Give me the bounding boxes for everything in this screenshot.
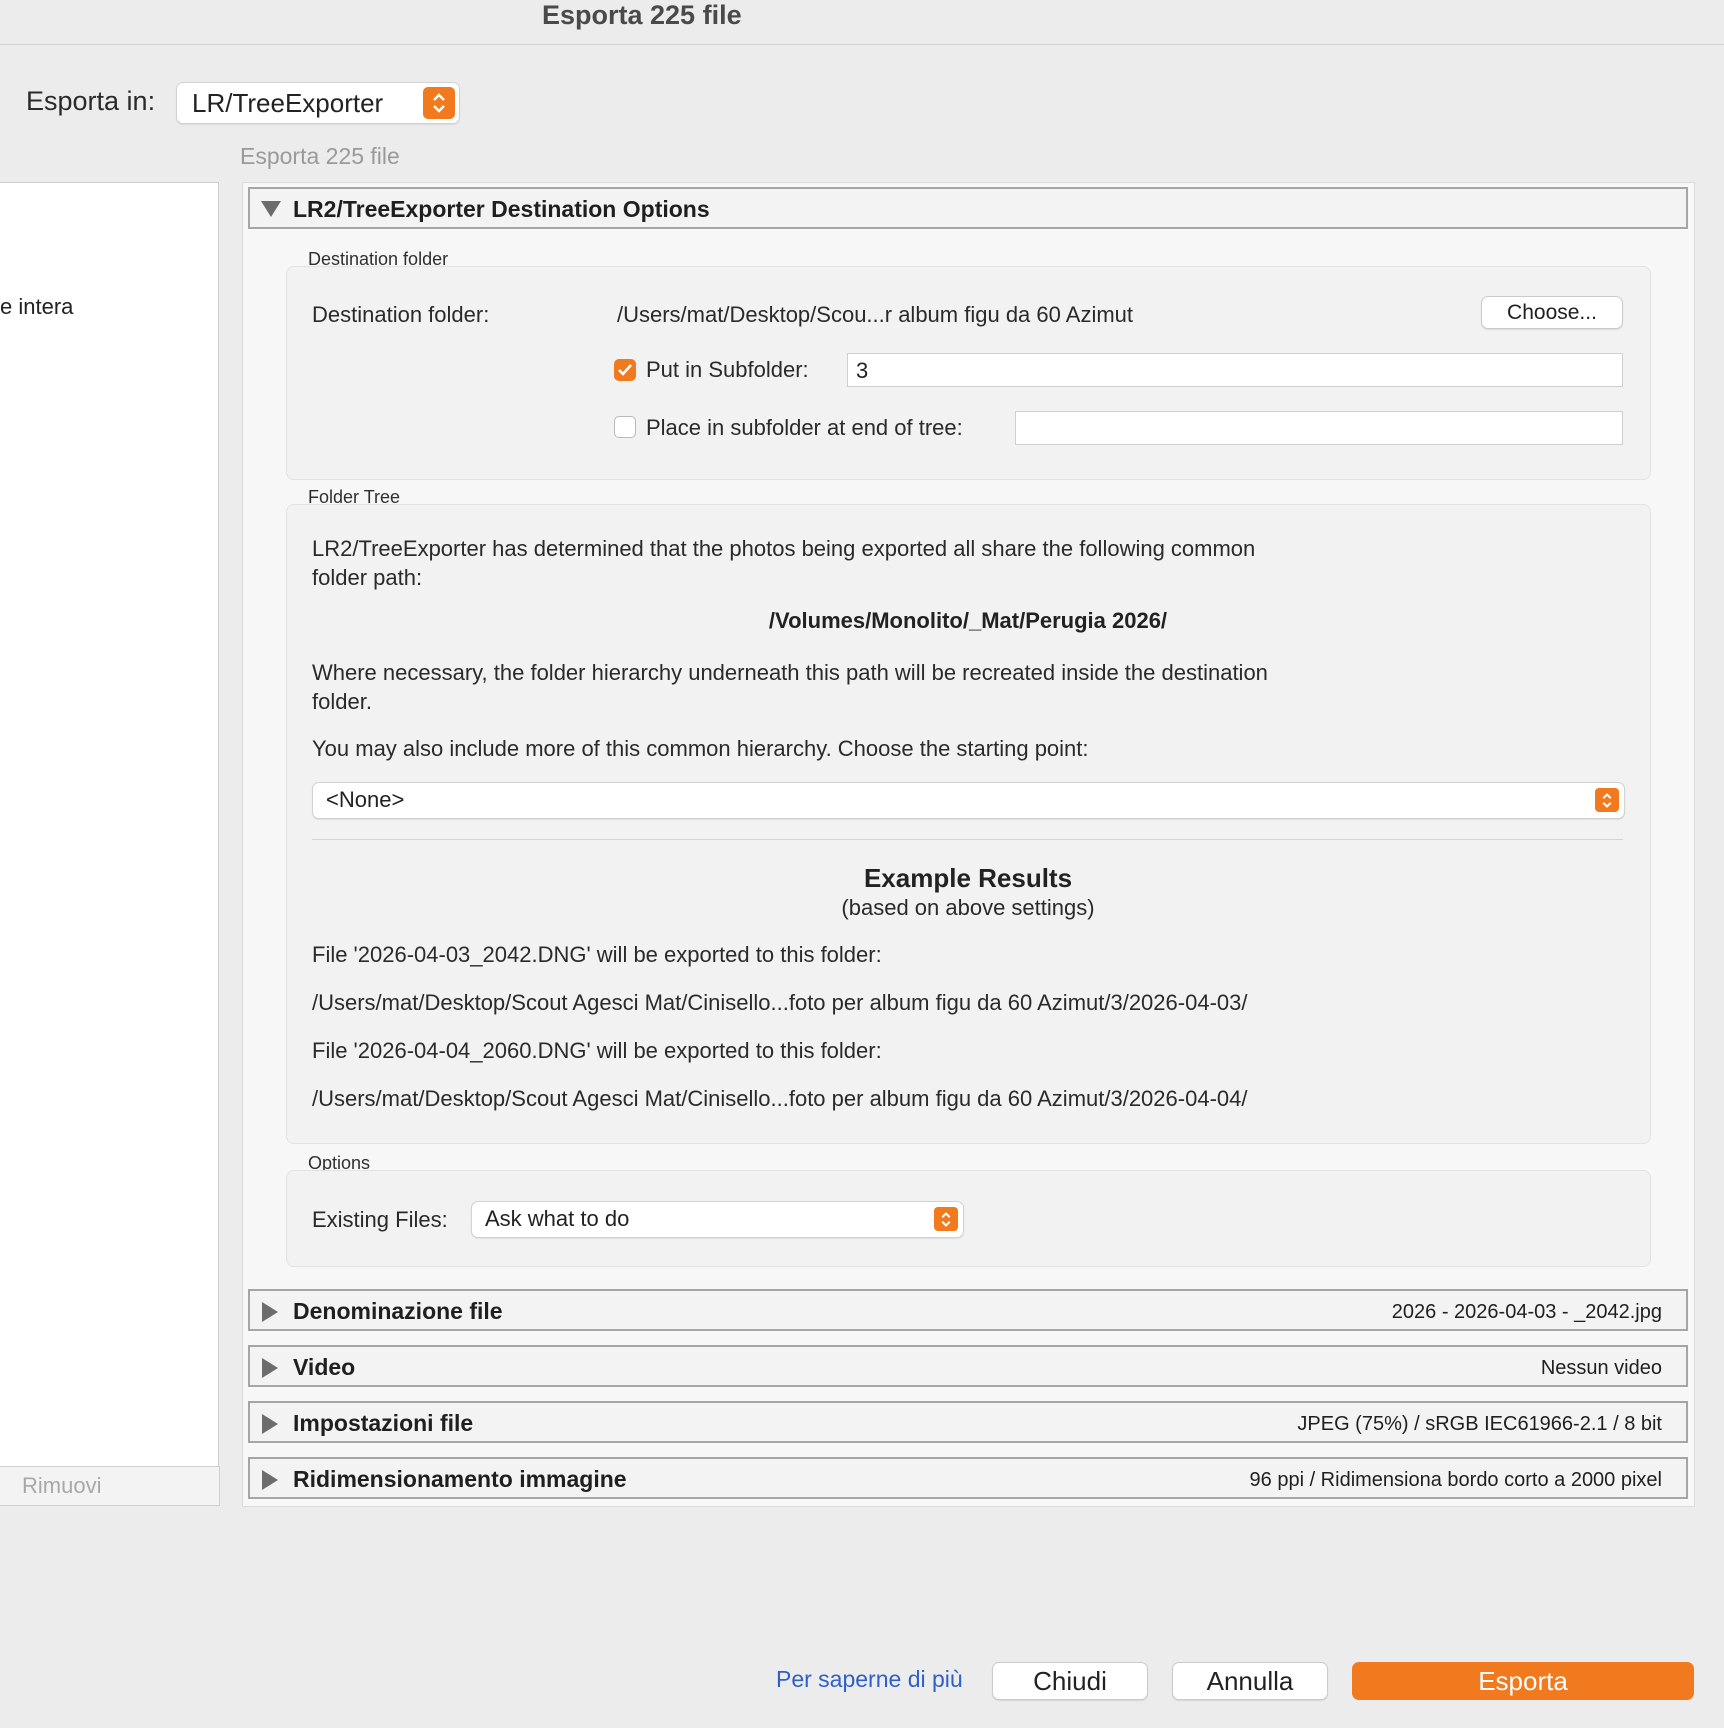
section-summary: JPEG (75%) / sRGB IEC61966-2.1 / 8 bit bbox=[1297, 1413, 1662, 1435]
close-button[interactable]: Chiudi bbox=[992, 1662, 1148, 1700]
stepper-icon bbox=[423, 87, 455, 119]
export-to-value: LR/TreeExporter bbox=[192, 88, 384, 118]
put-in-subfolder-label: Put in Subfolder: bbox=[646, 357, 809, 382]
place-end-tree-checkbox[interactable] bbox=[614, 416, 636, 438]
window-title: Esporta 225 file bbox=[542, 0, 742, 30]
section-file-naming[interactable]: Denominazione file 2026 - 2026-04-03 - _… bbox=[248, 1289, 1688, 1331]
destination-folder-label: Destination folder: bbox=[312, 302, 490, 327]
destination-options-title: LR2/TreeExporter Destination Options bbox=[293, 196, 710, 222]
disclosure-closed-icon bbox=[260, 1301, 280, 1328]
section-title: Video bbox=[293, 1354, 356, 1380]
cancel-button[interactable]: Annulla bbox=[1172, 1662, 1328, 1700]
cancel-button-label: Annulla bbox=[1206, 1666, 1294, 1696]
place-end-tree-input[interactable] bbox=[1015, 411, 1623, 445]
remove-button-label: Rimuovi bbox=[22, 1473, 102, 1498]
starting-point-value: <None> bbox=[326, 787, 405, 812]
export-to-popup[interactable]: LR/TreeExporter bbox=[176, 82, 460, 124]
example-2-text: File '2026-04-04_2060.DNG' will be expor… bbox=[312, 1038, 882, 1063]
sidebar-item-partial[interactable]: e intera bbox=[0, 294, 73, 320]
section-title: Impostazioni file bbox=[293, 1410, 474, 1436]
disclosure-closed-icon bbox=[260, 1413, 280, 1440]
destination-options-header[interactable]: LR2/TreeExporter Destination Options bbox=[248, 187, 1688, 229]
export-count-subtitle: Esporta 225 file bbox=[240, 143, 400, 169]
starting-point-popup[interactable]: <None> bbox=[312, 782, 1625, 819]
common-folder-path: /Volumes/Monolito/_Mat/Perugia 2026/ bbox=[768, 608, 1168, 633]
example-results-title: Example Results bbox=[863, 863, 1073, 893]
put-in-subfolder-checkbox[interactable] bbox=[614, 359, 636, 381]
section-file-settings[interactable]: Impostazioni file JPEG (75%) / sRGB IEC6… bbox=[248, 1401, 1688, 1443]
export-button-label: Esporta bbox=[1478, 1666, 1568, 1696]
remove-button[interactable]: Rimuovi bbox=[0, 1466, 220, 1506]
example-1-path: /Users/mat/Desktop/Scout Agesci Mat/Cini… bbox=[312, 990, 1248, 1015]
place-end-tree-label: Place in subfolder at end of tree: bbox=[646, 415, 963, 440]
section-title: Denominazione file bbox=[293, 1298, 503, 1324]
example-1-text: File '2026-04-03_2042.DNG' will be expor… bbox=[312, 942, 882, 967]
existing-files-label: Existing Files: bbox=[312, 1207, 448, 1232]
existing-files-popup[interactable]: Ask what to do bbox=[471, 1201, 964, 1238]
export-to-label: Esporta in: bbox=[26, 86, 156, 116]
disclosure-closed-icon bbox=[260, 1357, 280, 1384]
tree-divider bbox=[312, 839, 1623, 840]
preset-sidebar[interactable] bbox=[0, 182, 219, 1467]
stepper-icon bbox=[934, 1207, 958, 1231]
section-summary: 96 ppi / Ridimensiona bordo corto a 2000… bbox=[1249, 1469, 1662, 1491]
choose-button[interactable]: Choose... bbox=[1481, 296, 1623, 329]
disclosure-closed-icon bbox=[260, 1469, 280, 1496]
learn-more-link[interactable]: Per saperne di più bbox=[776, 1666, 963, 1693]
section-image-sizing[interactable]: Ridimensionamento immagine 96 ppi / Ridi… bbox=[248, 1457, 1688, 1499]
disclosure-open-icon bbox=[260, 199, 282, 224]
destination-folder-path: /Users/mat/Desktop/Scou...r album figu d… bbox=[617, 302, 1134, 327]
section-video[interactable]: Video Nessun video bbox=[248, 1345, 1688, 1387]
export-button[interactable]: Esporta bbox=[1352, 1662, 1694, 1700]
section-summary: Nessun video bbox=[1540, 1357, 1662, 1379]
choose-button-label: Choose... bbox=[1507, 301, 1597, 324]
subfolder-input[interactable]: 3 bbox=[847, 353, 1623, 387]
close-button-label: Chiudi bbox=[1033, 1666, 1107, 1696]
checkmark-icon bbox=[618, 364, 632, 376]
stepper-icon bbox=[1595, 788, 1619, 812]
starting-point-prompt: You may also include more of this common… bbox=[312, 736, 1089, 761]
section-title: Ridimensionamento immagine bbox=[293, 1466, 627, 1492]
section-summary: 2026 - 2026-04-03 - _2042.jpg bbox=[1391, 1301, 1662, 1323]
tree-intro-text: LR2/TreeExporter has determined that the… bbox=[312, 536, 1256, 590]
hierarchy-note-text: Where necessary, the folder hierarchy un… bbox=[312, 660, 1268, 714]
existing-files-value: Ask what to do bbox=[485, 1206, 630, 1231]
title-bar bbox=[0, 0, 1724, 45]
example-2-path: /Users/mat/Desktop/Scout Agesci Mat/Cini… bbox=[312, 1086, 1248, 1111]
example-results-subtitle: (based on above settings) bbox=[841, 895, 1095, 920]
